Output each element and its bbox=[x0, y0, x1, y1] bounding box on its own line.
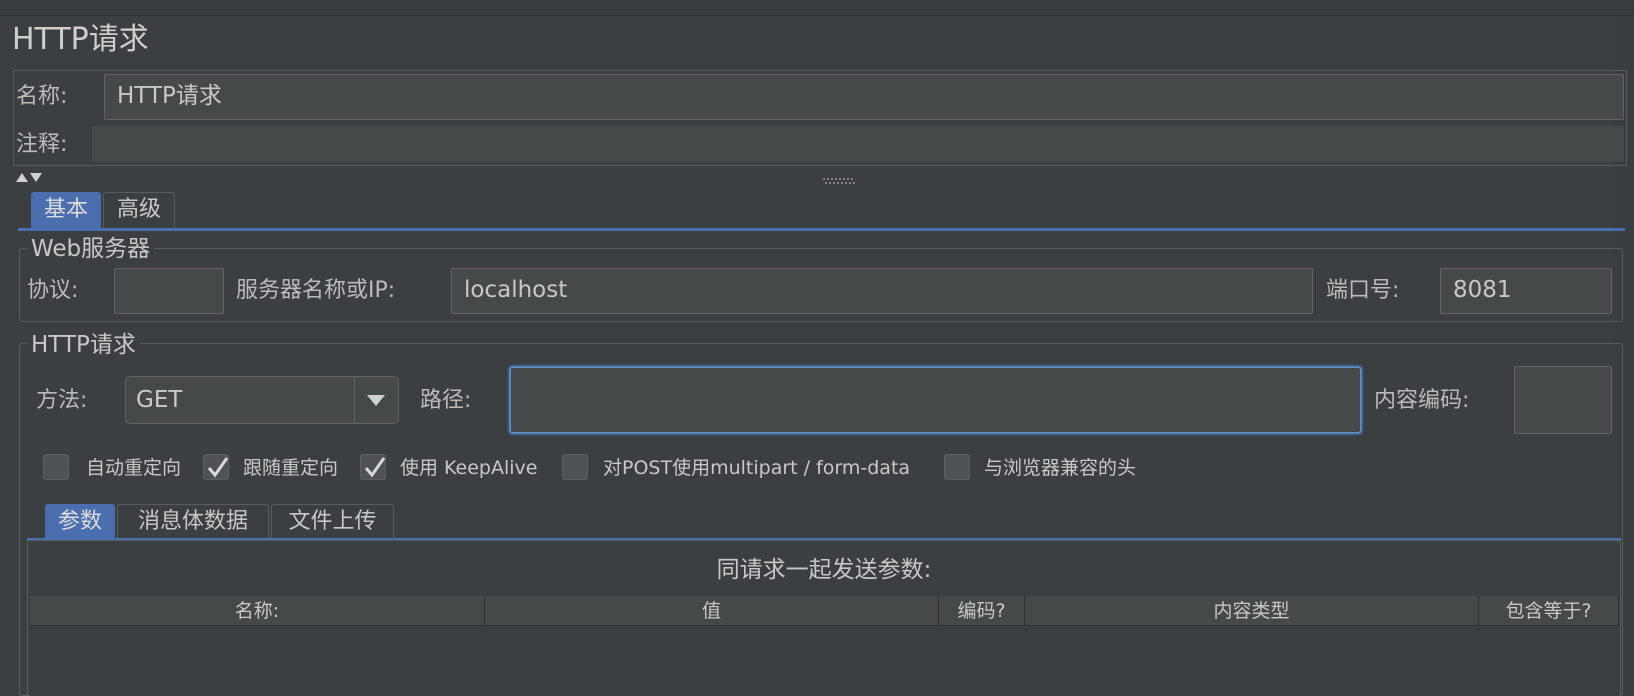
column-header-encode[interactable]: 编码? bbox=[939, 596, 1025, 626]
tab-parameters[interactable]: 参数 bbox=[45, 504, 115, 540]
name-field[interactable]: HTTP请求 bbox=[104, 74, 1624, 120]
browser-headers-checkbox[interactable] bbox=[944, 454, 970, 480]
method-label: 方法: bbox=[36, 388, 88, 413]
port-label: 端口号: bbox=[1326, 278, 1400, 303]
tab-underline bbox=[18, 228, 1625, 231]
multipart-checkbox[interactable] bbox=[562, 454, 588, 480]
tab-advanced[interactable]: 高级 bbox=[103, 192, 175, 228]
checkmark-icon bbox=[207, 457, 229, 478]
column-header-name[interactable]: 名称: bbox=[30, 596, 485, 626]
path-label: 路径: bbox=[420, 388, 472, 413]
server-field[interactable]: localhost bbox=[451, 268, 1313, 314]
server-label: 服务器名称或IP: bbox=[236, 278, 396, 303]
tab-file-upload[interactable]: 文件上传 bbox=[271, 504, 394, 540]
chevron-down-icon[interactable] bbox=[354, 377, 398, 423]
triangle-up-down-icon[interactable] bbox=[15, 168, 63, 184]
column-header-content-type[interactable]: 内容类型 bbox=[1025, 596, 1479, 626]
content-encoding-field[interactable] bbox=[1514, 366, 1612, 434]
http-request-panel: HTTP请求 名称: HTTP请求 注释: 基本 高级 Web服务器 协议: 服… bbox=[0, 0, 1634, 696]
name-label: 名称: bbox=[16, 84, 68, 109]
content-encoding-label: 内容编码: bbox=[1374, 388, 1470, 413]
follow-redirect-label: 跟随重定向 bbox=[243, 457, 339, 479]
auto-redirect-checkbox[interactable] bbox=[43, 454, 69, 480]
http-request-title: HTTP请求 bbox=[27, 330, 140, 360]
protocol-field[interactable] bbox=[114, 268, 224, 314]
port-field[interactable]: 8081 bbox=[1440, 268, 1612, 314]
auto-redirect-label: 自动重定向 bbox=[86, 457, 182, 479]
window-top-edge bbox=[0, 0, 1634, 16]
comment-field[interactable] bbox=[92, 126, 1624, 162]
multipart-label: 对POST使用multipart / form-data bbox=[603, 457, 911, 479]
tab-basic[interactable]: 基本 bbox=[31, 192, 101, 228]
column-header-value[interactable]: 值 bbox=[485, 596, 939, 626]
tab-body-data[interactable]: 消息体数据 bbox=[117, 504, 269, 540]
grip-dots-icon[interactable] bbox=[822, 170, 856, 184]
path-field[interactable] bbox=[509, 366, 1362, 434]
keepalive-label: 使用 KeepAlive bbox=[400, 457, 538, 479]
parameters-table-body[interactable] bbox=[30, 627, 1619, 696]
parameters-caption: 同请求一起发送参数: bbox=[716, 557, 932, 583]
comment-label: 注释: bbox=[16, 132, 68, 157]
keepalive-checkbox[interactable] bbox=[360, 454, 386, 480]
web-server-title: Web服务器 bbox=[27, 234, 155, 264]
column-header-include-equals[interactable]: 包含等于? bbox=[1479, 596, 1619, 626]
method-value: GET bbox=[136, 387, 183, 413]
browser-headers-label: 与浏览器兼容的头 bbox=[984, 457, 1137, 479]
protocol-label: 协议: bbox=[27, 278, 79, 303]
page-title: HTTP请求 bbox=[12, 22, 149, 57]
checkmark-icon bbox=[364, 457, 386, 478]
follow-redirect-checkbox[interactable] bbox=[203, 454, 229, 480]
